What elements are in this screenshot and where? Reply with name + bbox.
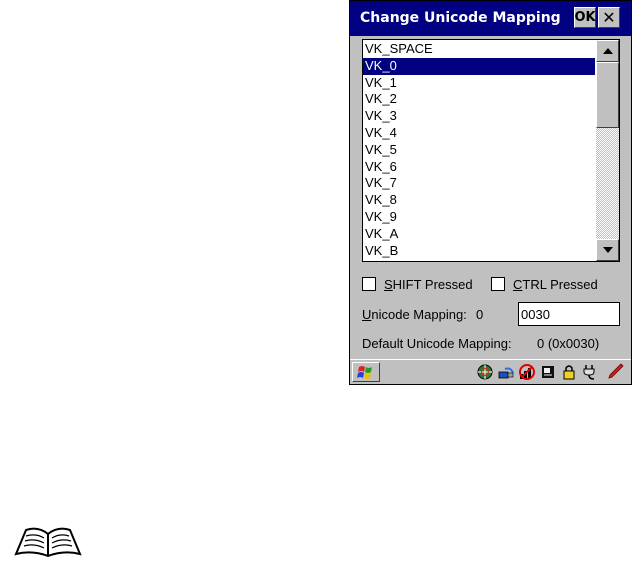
key-list-items: VK_SPACE VK_0 VK_1 VK_2 VK_3 VK_4 VK_5 VK_6 VK_7… bbox=[363, 41, 595, 261]
scroll-down-button[interactable] bbox=[596, 239, 619, 261]
default-unicode-mapping-label: Default Unicode Mapping: bbox=[362, 336, 512, 351]
arrow-down-icon bbox=[603, 247, 613, 253]
list-item[interactable]: VK_2 bbox=[363, 91, 595, 108]
no-signal-icon[interactable] bbox=[518, 363, 536, 381]
manual-book-icon bbox=[14, 527, 82, 558]
list-item[interactable]: VK_6 bbox=[363, 159, 595, 176]
scroll-thumb[interactable] bbox=[596, 62, 619, 128]
ctrl-pressed-checkbox[interactable] bbox=[491, 277, 505, 291]
list-item[interactable]: VK_1 bbox=[363, 75, 595, 92]
default-unicode-mapping-value: 0 (0x0030) bbox=[537, 336, 600, 351]
system-tray bbox=[476, 362, 599, 382]
dialog-title: Change Unicode Mapping bbox=[360, 10, 561, 26]
ctrl-pressed-label: CTRL Pressed bbox=[513, 276, 598, 292]
list-item[interactable]: VK_9 bbox=[363, 209, 595, 226]
unicode-mapping-window: Change Unicode Mapping OK ✕ VK_SPACE VK_0… bbox=[349, 0, 632, 385]
ctrl-pressed-checkbox-row[interactable]: CTRL Pressed bbox=[491, 275, 598, 293]
shift-pressed-checkbox[interactable] bbox=[362, 277, 376, 291]
unicode-mapping-label: Unicode Mapping: bbox=[362, 307, 467, 322]
list-item[interactable]: VK_SPACE bbox=[363, 41, 595, 58]
battery-icon[interactable] bbox=[539, 363, 557, 381]
list-scrollbar[interactable] bbox=[596, 40, 619, 261]
pen-icon[interactable] bbox=[606, 362, 624, 380]
arrow-up-icon bbox=[603, 48, 613, 54]
shift-pressed-checkbox-row[interactable]: SHIFT Pressed bbox=[362, 275, 473, 293]
connection-icon[interactable] bbox=[497, 363, 515, 381]
power-plug-icon[interactable] bbox=[581, 363, 599, 381]
lock-icon[interactable] bbox=[560, 363, 578, 381]
list-item[interactable]: VK_8 bbox=[363, 192, 595, 209]
close-button[interactable]: ✕ bbox=[598, 7, 620, 28]
ok-button[interactable]: OK bbox=[574, 7, 596, 28]
scroll-up-button[interactable] bbox=[596, 40, 619, 62]
list-item[interactable]: VK_C bbox=[363, 259, 595, 261]
list-item[interactable]: VK_4 bbox=[363, 125, 595, 142]
key-listbox[interactable]: VK_SPACE VK_0 VK_1 VK_2 VK_3 VK_4 VK_5 VK_6 VK_7… bbox=[362, 39, 620, 262]
list-item[interactable]: VK_3 bbox=[363, 108, 595, 125]
unicode-mapping-current-value: 0 bbox=[476, 307, 484, 322]
list-item[interactable]: VK_7 bbox=[363, 175, 595, 192]
start-button[interactable] bbox=[352, 362, 380, 382]
list-item[interactable]: VK_B bbox=[363, 243, 595, 260]
network-globe-icon[interactable] bbox=[476, 363, 494, 381]
close-icon: ✕ bbox=[602, 8, 616, 27]
taskbar bbox=[350, 359, 631, 384]
windows-start-icon bbox=[357, 366, 372, 379]
title-bar: Change Unicode Mapping OK ✕ bbox=[350, 1, 631, 36]
list-item[interactable]: VK_A bbox=[363, 226, 595, 243]
unicode-mapping-input[interactable] bbox=[518, 302, 620, 326]
shift-pressed-label: SHIFT Pressed bbox=[384, 276, 473, 292]
list-item[interactable]: VK_0 bbox=[363, 57, 595, 75]
list-item[interactable]: VK_5 bbox=[363, 142, 595, 159]
